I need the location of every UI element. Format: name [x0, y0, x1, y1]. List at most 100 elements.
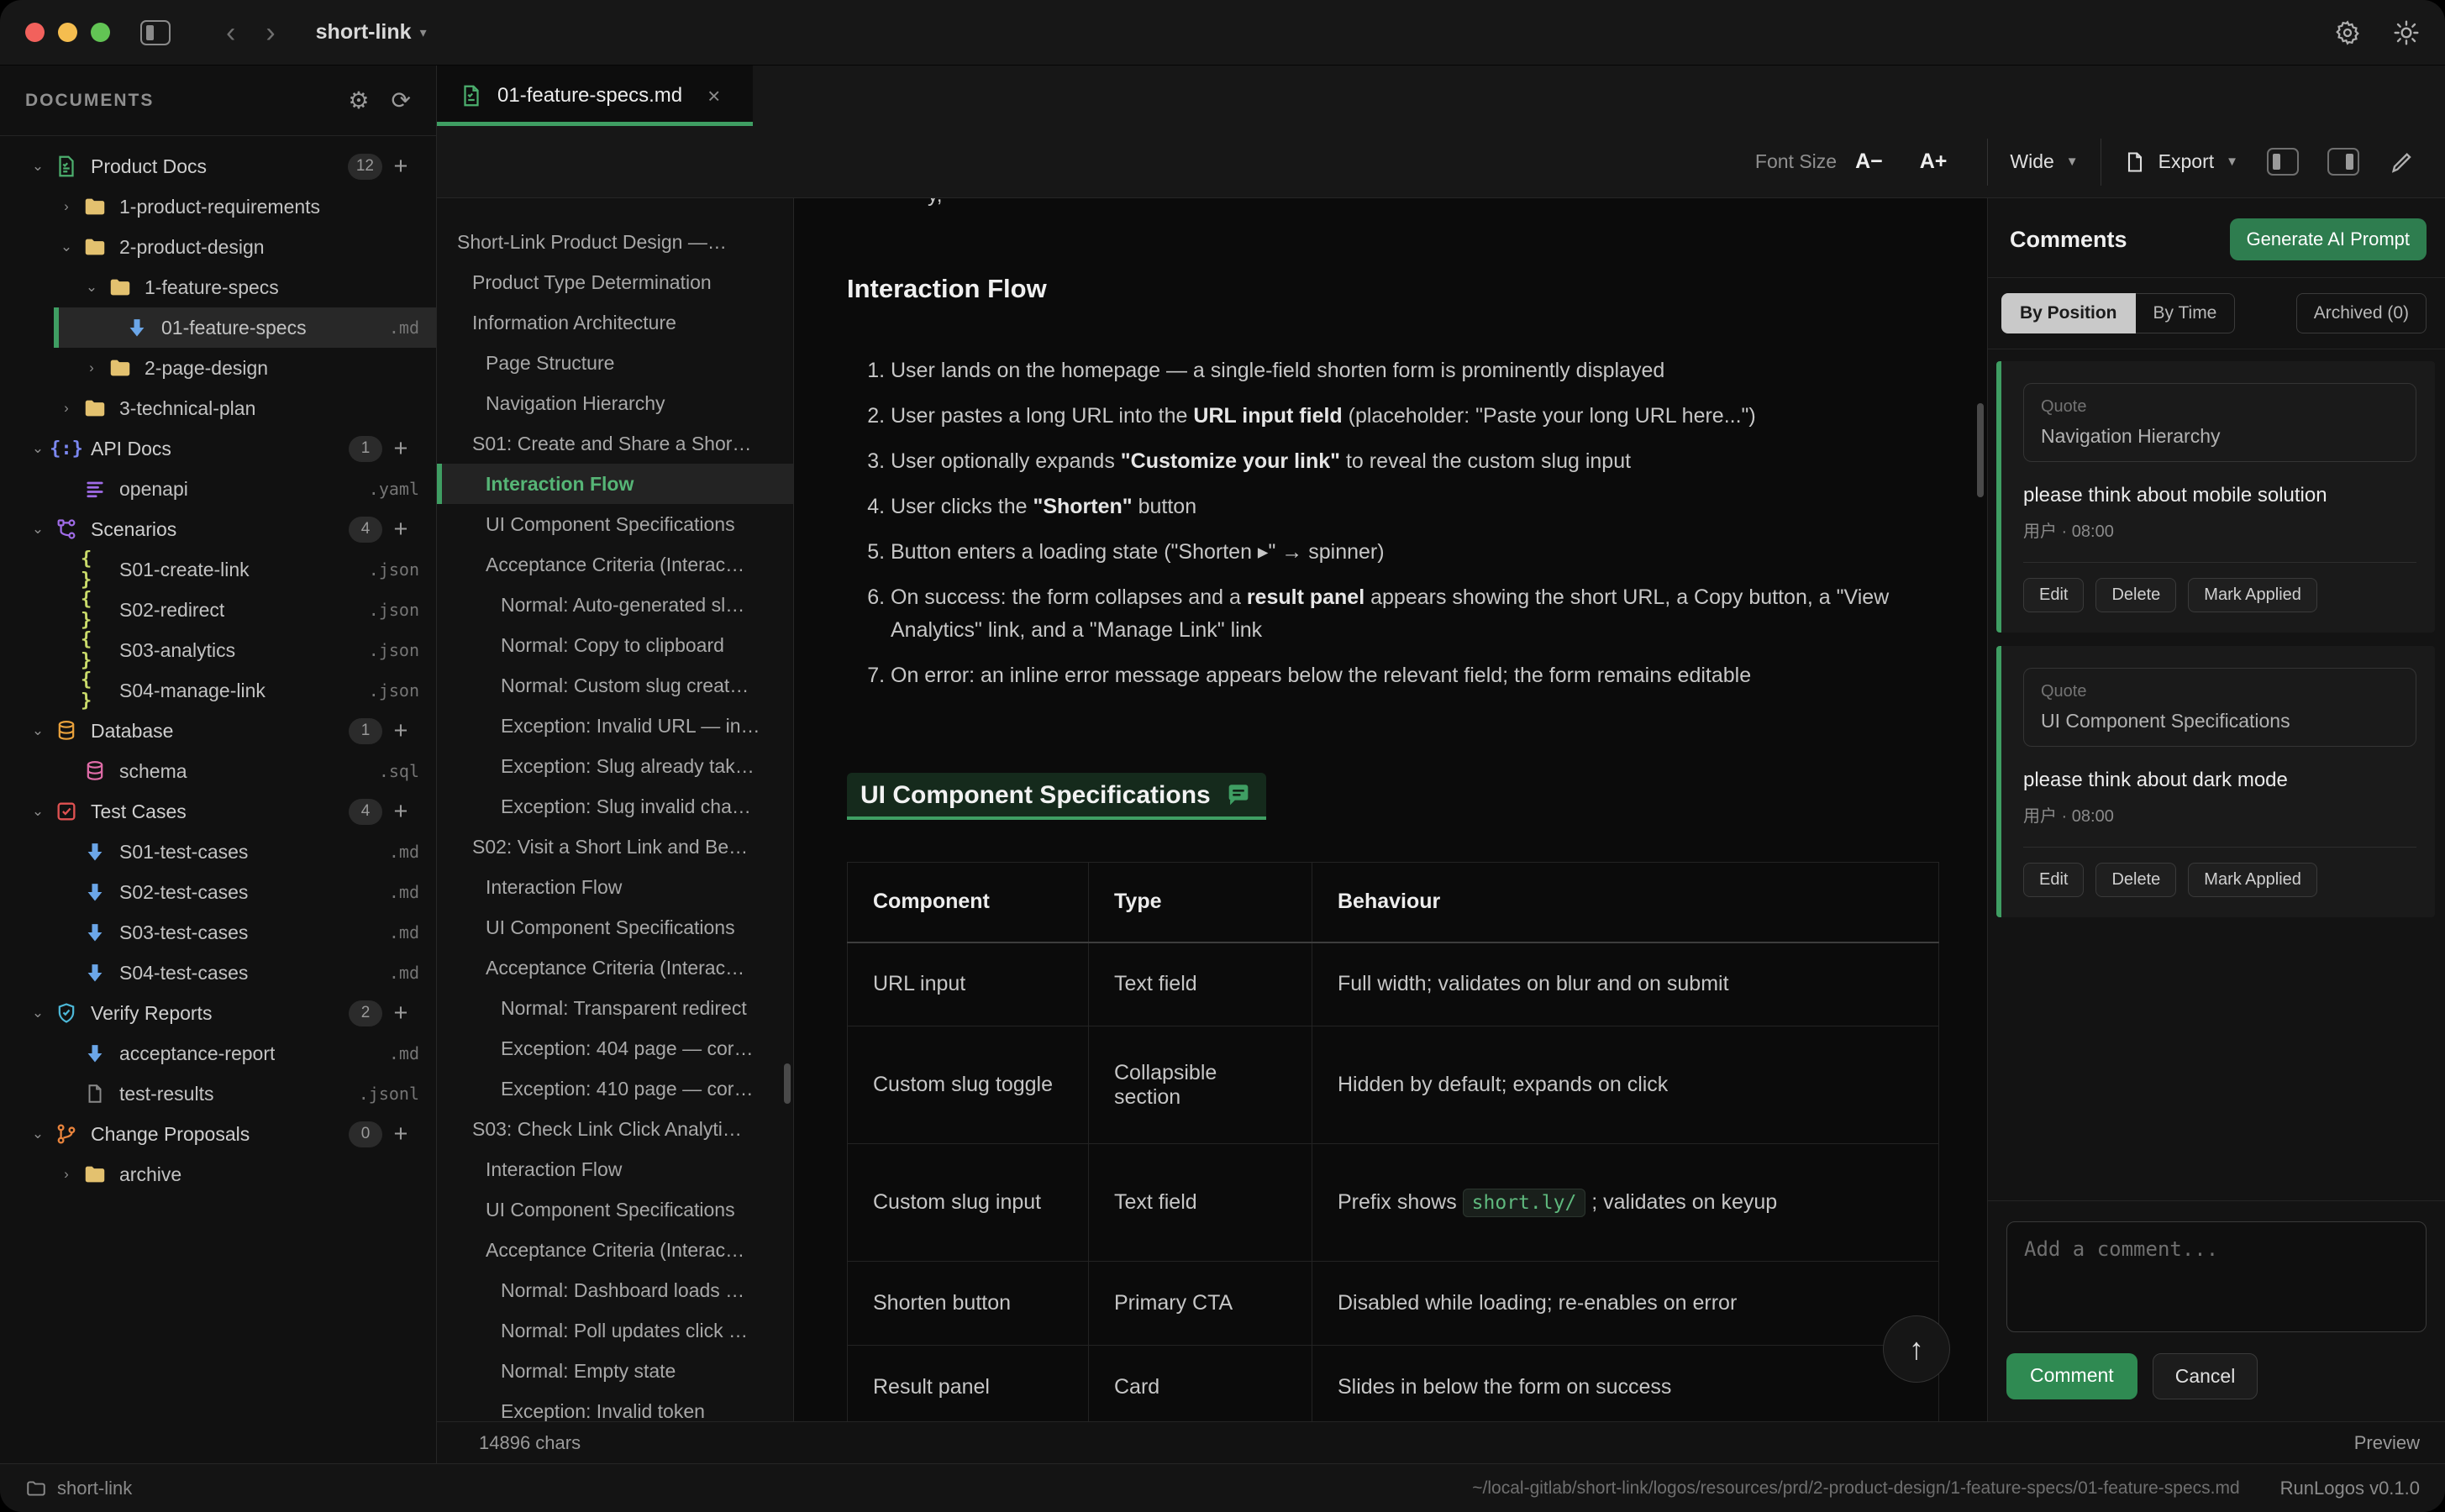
toc-item[interactable]: Normal: Empty state	[437, 1351, 793, 1391]
toc-item[interactable]: Normal: Dashboard loads …	[437, 1270, 793, 1310]
toc-item[interactable]: Acceptance Criteria (Interac…	[437, 1230, 793, 1270]
sidebar-item-openapi[interactable]: openapi.yaml	[0, 469, 436, 509]
sidebar-item-2-page-design[interactable]: ›2-page-design	[0, 348, 436, 388]
project-name[interactable]: short-link	[57, 1478, 132, 1499]
sidebar-group-product-docs[interactable]: ⌄Product Docs12+	[0, 146, 436, 186]
cancel-comment-button[interactable]: Cancel	[2153, 1353, 2258, 1399]
toc-item[interactable]: Exception: Invalid token	[437, 1391, 793, 1421]
toc-item[interactable]: Exception: Invalid URL — in…	[437, 706, 793, 746]
tab-close-icon[interactable]: ×	[707, 83, 720, 109]
content-scrollbar[interactable]	[1977, 403, 1984, 497]
delete-comment-button[interactable]: Delete	[2095, 578, 2176, 612]
tab-01-feature-specs[interactable]: 01-feature-specs.md ×	[437, 66, 753, 126]
sidebar-item-s03-test-cases[interactable]: S03-test-cases.md	[0, 912, 436, 953]
chevron-down-icon[interactable]: ⌄	[24, 440, 52, 457]
chevron-right-icon[interactable]: ›	[52, 1166, 81, 1183]
toc-item[interactable]: Exception: 410 page — cor…	[437, 1068, 793, 1109]
sidebar-item-3-technical-plan[interactable]: ›3-technical-plan	[0, 388, 436, 428]
chevron-down-icon[interactable]: ⌄	[24, 158, 52, 175]
sidebar-item-s02-test-cases[interactable]: S02-test-cases.md	[0, 872, 436, 912]
comment-textarea[interactable]	[2006, 1221, 2427, 1332]
toc-item[interactable]: S03: Check Link Click Analyti…	[437, 1109, 793, 1149]
sidebar-item-s02-redirect[interactable]: { }S02-redirect.json	[0, 590, 436, 630]
sidebar-group-test-cases[interactable]: ⌄Test Cases4+	[0, 791, 436, 832]
toc-item[interactable]: Exception: 404 page — cor…	[437, 1028, 793, 1068]
sidebar-item-test-results[interactable]: test-results.jsonl	[0, 1074, 436, 1114]
add-item-icon[interactable]: +	[382, 1121, 419, 1148]
toc-item[interactable]: Acceptance Criteria (Interac…	[437, 544, 793, 585]
toc-item[interactable]: Normal: Copy to clipboard	[437, 625, 793, 665]
sidebar-item-archive[interactable]: ›archive	[0, 1154, 436, 1194]
commented-heading-highlight[interactable]: UI Component Specifications	[847, 773, 1266, 820]
window-title[interactable]: short-link	[316, 20, 412, 45]
toc-item[interactable]: Page Structure	[437, 343, 793, 383]
sidebar-item-1-product-requirements[interactable]: ›1-product-requirements	[0, 186, 436, 227]
toc-item[interactable]: UI Component Specifications	[437, 504, 793, 544]
font-decrease-button[interactable]: A−	[1837, 150, 1901, 174]
sidebar-item-schema[interactable]: schema.sql	[0, 751, 436, 791]
toc-item[interactable]: Normal: Poll updates click …	[437, 1310, 793, 1351]
nav-forward-icon[interactable]: ›	[250, 18, 290, 47]
add-item-icon[interactable]: +	[382, 717, 419, 745]
close-window-button[interactable]	[25, 23, 45, 42]
sidebar-item-s04-test-cases[interactable]: S04-test-cases.md	[0, 953, 436, 993]
chevron-right-icon[interactable]: ›	[77, 360, 106, 376]
toc-item-active[interactable]: Interaction Flow	[437, 464, 793, 504]
toggle-right-panel-icon[interactable]	[2327, 148, 2359, 176]
toc-item[interactable]: Interaction Flow	[437, 1149, 793, 1189]
submit-comment-button[interactable]: Comment	[2006, 1353, 2137, 1399]
toc-item[interactable]: Normal: Transparent redirect	[437, 988, 793, 1028]
toc-item[interactable]: Interaction Flow	[437, 867, 793, 907]
toc-scrollbar[interactable]	[784, 1063, 791, 1104]
export-dropdown[interactable]: Export▼	[2123, 150, 2238, 174]
add-item-icon[interactable]: +	[382, 516, 419, 543]
sidebar-item-acceptance-report[interactable]: acceptance-report.md	[0, 1033, 436, 1074]
chevron-down-icon[interactable]: ⌄	[77, 279, 106, 296]
sidebar-toggle-icon[interactable]	[140, 20, 171, 45]
sidebar-item-s01-create-link[interactable]: { }S01-create-link.json	[0, 549, 436, 590]
edit-comment-button[interactable]: Edit	[2023, 863, 2084, 897]
tab-by-time[interactable]: By Time	[2136, 293, 2236, 333]
add-item-icon[interactable]: +	[382, 1000, 419, 1027]
toggle-left-panel-icon[interactable]	[2267, 148, 2299, 176]
toc-item[interactable]: Exception: Slug invalid cha…	[437, 786, 793, 827]
sidebar-group-change-proposals[interactable]: ⌄Change Proposals0+	[0, 1114, 436, 1154]
sidebar-item-s01-test-cases[interactable]: S01-test-cases.md	[0, 832, 436, 872]
add-item-icon[interactable]: +	[382, 153, 419, 181]
toc-item[interactable]: Acceptance Criteria (Interac…	[437, 948, 793, 988]
chevron-down-icon[interactable]: ⌄	[24, 1005, 52, 1021]
toc-item[interactable]: UI Component Specifications	[437, 1189, 793, 1230]
add-item-icon[interactable]: +	[382, 435, 419, 463]
toc-item[interactable]: UI Component Specifications	[437, 907, 793, 948]
zoom-window-button[interactable]	[91, 23, 110, 42]
toc-item[interactable]: Normal: Auto-generated sl…	[437, 585, 793, 625]
generate-ai-prompt-button[interactable]: Generate AI Prompt	[2230, 218, 2427, 260]
sidebar-item-2-product-design[interactable]: ⌄2-product-design	[0, 227, 436, 267]
toc-item[interactable]: Normal: Custom slug creat…	[437, 665, 793, 706]
chevron-down-icon[interactable]: ⌄	[52, 239, 81, 255]
toc-item[interactable]: Information Architecture	[437, 302, 793, 343]
toc-item[interactable]: Short-Link Product Design —…	[437, 222, 793, 262]
toc-item[interactable]: S02: Visit a Short Link and Be…	[437, 827, 793, 867]
edit-comment-button[interactable]: Edit	[2023, 578, 2084, 612]
sidebar-item-1-feature-specs[interactable]: ⌄1-feature-specs	[0, 267, 436, 307]
chevron-down-icon[interactable]: ⌄	[24, 803, 52, 820]
settings-gear-icon[interactable]	[2334, 19, 2361, 46]
sidebar-settings-icon[interactable]: ⚙	[348, 87, 369, 114]
width-mode-dropdown[interactable]: Wide▼	[2010, 150, 2078, 173]
sidebar-item-s03-analytics[interactable]: { }S03-analytics.json	[0, 630, 436, 670]
mark-applied-comment-button[interactable]: Mark Applied	[2188, 578, 2317, 612]
chevron-right-icon[interactable]: ›	[52, 400, 81, 417]
theme-toggle-sun-icon[interactable]	[2393, 19, 2420, 46]
font-increase-button[interactable]: A+	[1901, 150, 1966, 174]
preview-mode-label[interactable]: Preview	[2354, 1432, 2420, 1454]
sidebar-group-scenarios[interactable]: ⌄Scenarios4+	[0, 509, 436, 549]
minimize-window-button[interactable]	[58, 23, 77, 42]
chevron-down-icon[interactable]: ⌄	[24, 1126, 52, 1142]
sidebar-item-s04-manage-link[interactable]: { }S04-manage-link.json	[0, 670, 436, 711]
mark-applied-comment-button[interactable]: Mark Applied	[2188, 863, 2317, 897]
chevron-right-icon[interactable]: ›	[52, 198, 81, 215]
sidebar-group-database[interactable]: ⌄Database1+	[0, 711, 436, 751]
tab-by-position[interactable]: By Position	[2001, 293, 2136, 333]
delete-comment-button[interactable]: Delete	[2095, 863, 2176, 897]
